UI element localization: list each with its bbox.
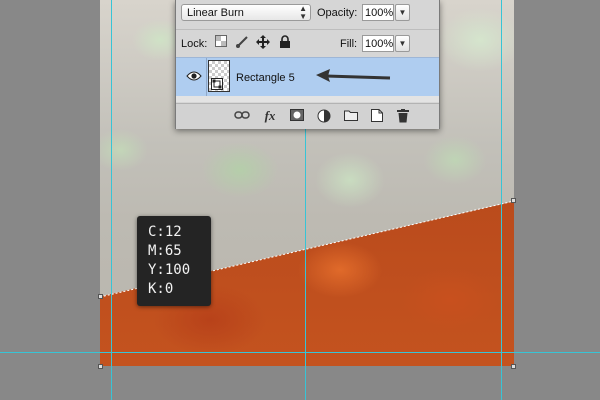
layers-panel: Linear Burn ▲ ▼ Opacity: 100% ▼ Lock: Fil… [175, 0, 440, 129]
chevron-down-icon: ▼ [398, 8, 407, 17]
trash-icon[interactable] [395, 109, 411, 123]
magenta-value: M:65 [148, 243, 182, 259]
chevron-down-icon: ▼ [398, 39, 407, 48]
guide-vertical[interactable] [111, 0, 112, 400]
lock-brush-icon[interactable] [234, 35, 250, 51]
opacity-dropdown-button[interactable]: ▼ [395, 4, 410, 21]
vector-shape-badge-icon [211, 78, 223, 90]
opacity-label: Opacity: [317, 7, 358, 19]
path-anchor-bottom-left[interactable] [98, 364, 103, 369]
blend-mode-select[interactable]: Linear Burn ▲ ▼ [181, 4, 311, 21]
fill-input[interactable]: 100% [362, 35, 394, 52]
layer-row-rectangle[interactable]: Rectangle 5 [176, 57, 439, 97]
layer-name[interactable]: Rectangle 5 [236, 72, 295, 84]
guide-vertical[interactable] [501, 0, 502, 400]
path-anchor-top-right[interactable] [511, 198, 516, 203]
opacity-input[interactable]: 100% [362, 4, 394, 21]
fx-icon[interactable]: fx [262, 109, 278, 123]
cyan-value: C:12 [148, 224, 182, 240]
yellow-value: Y:100 [148, 262, 191, 278]
link-icon[interactable] [234, 109, 250, 123]
fill-dropdown-button[interactable]: ▼ [395, 35, 410, 52]
eye-icon[interactable] [186, 70, 202, 82]
color-readout-tooltip: C:12 M:65 Y:100 K:0 [137, 216, 211, 306]
annotation-arrow-icon [316, 69, 391, 82]
layer-divider [206, 58, 207, 96]
fill-label: Fill: [340, 38, 358, 50]
mask-icon[interactable] [289, 109, 305, 123]
lock-all-icon[interactable] [277, 35, 293, 51]
blend-row: Linear Burn ▲ ▼ Opacity: 100% ▼ [176, 0, 439, 27]
layer-row-partial[interactable] [176, 96, 439, 102]
black-value: K:0 [148, 281, 174, 297]
new-layer-icon[interactable] [369, 109, 385, 123]
group-folder-icon[interactable] [343, 109, 359, 123]
lock-transparent-icon[interactable] [213, 35, 229, 51]
lock-row: Lock: Fill: 100% ▼ [176, 29, 439, 57]
adjustment-icon[interactable] [316, 109, 332, 123]
path-anchor-bottom-right[interactable] [511, 364, 516, 369]
guide-horizontal[interactable] [0, 352, 600, 353]
layers-footer: fx [176, 103, 439, 129]
lock-label: Lock: [181, 38, 208, 50]
path-anchor-top-left[interactable] [98, 294, 103, 299]
lock-move-icon[interactable] [255, 35, 271, 51]
select-arrows-icon: ▲ ▼ [299, 4, 307, 21]
blend-mode-value: Linear Burn [187, 7, 244, 19]
